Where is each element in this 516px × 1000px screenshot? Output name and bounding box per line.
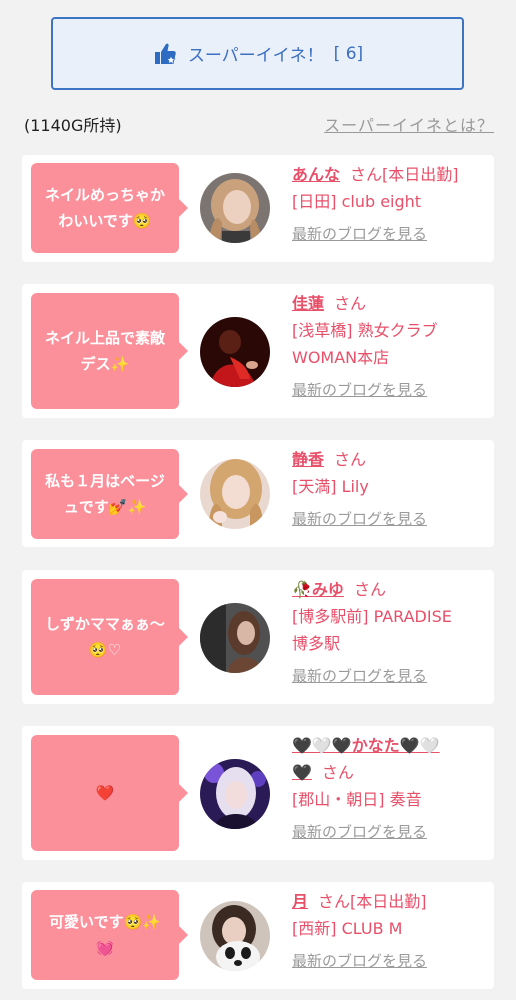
comment-bubble: ネイルめっちゃか わいいです🥺 [31,163,188,253]
avatar[interactable] [200,759,270,829]
like-card: ネイルめっちゃか わいいです🥺 あんな さん[本日出勤] [日田] club ei… [22,155,494,262]
thumbs-up-icon [152,41,178,67]
store-name: [郡山・朝日] 奏音 [292,790,422,809]
super-like-count: [ 6] [333,43,364,64]
comment-text: わいいです🥺 [58,212,152,230]
cast-name-link[interactable]: 🖤 [292,763,312,782]
points-balance: (1140G所持) [24,116,122,135]
comment-text: 🥺♡ [88,641,122,659]
comment-bubble: 私も１月はベージ ュです💅✨ [31,449,188,539]
store-name: [西新] CLUB M [292,919,403,938]
store-name: [博多駅前] PARADISE [292,607,452,626]
comment-text: ュです💅✨ [63,498,147,516]
comment-text: 私も１月はベージ [45,472,165,490]
comment-text: しずかママぁぁ〜 [45,615,165,633]
cast-suffix: さん [334,450,367,469]
like-card: 私も１月はベージ ュです💅✨ 静香 さん [天満] Lily 最新のブログを見る [22,440,494,547]
store-name: [日田] club eight [292,192,422,211]
comment-text: ネイル上品で素敵 [44,329,165,347]
blog-link[interactable]: 最新のブログを見る [292,506,484,533]
cast-name-link[interactable]: 佳蓮 [292,294,324,313]
avatar[interactable] [200,901,270,971]
avatar[interactable] [200,173,270,243]
comment-bubble: しずかママぁぁ〜 🥺♡ [31,579,188,695]
cast-suffix: さん [321,763,354,782]
cast-name-link[interactable]: 🖤🤍🖤かなた🖤🤍 [292,736,440,755]
comment-bubble: 可愛いです🥺✨ 💓 [31,890,188,980]
blog-link[interactable]: 最新のブログを見る [292,948,484,975]
super-like-label: スーパーイイネ！ [187,46,324,66]
comment-text: 可愛いです🥺✨ [49,913,161,931]
cast-name-link[interactable]: 🥀みゆ [292,580,344,599]
super-like-button[interactable]: スーパーイイネ！ [ 6] [51,17,464,90]
comment-text: 💓 [95,939,115,957]
like-card: しずかママぁぁ〜 🥺♡ 🥀みゆ さん [博多駅前] PARADISE 博多駅 最新… [22,570,494,704]
comment-text: デス✨ [80,355,130,373]
comment-bubble: ネイル上品で素敵 デス✨ [31,293,188,409]
cast-name-link[interactable]: 静香 [292,450,324,469]
cast-name-link[interactable]: 月 [292,892,308,911]
blog-link[interactable]: 最新のブログを見る [292,377,484,404]
avatar[interactable] [200,317,270,387]
cast-suffix: さん [334,294,367,313]
comment-text: ❤️ [95,784,115,802]
blog-link[interactable]: 最新のブログを見る [292,819,484,846]
blog-link[interactable]: 最新のブログを見る [292,663,484,690]
store-name: WOMAN本店 [292,348,390,367]
super-like-help-link[interactable]: スーパーイイネとは？ [324,112,494,136]
store-name: 博多駅 [292,634,341,653]
store-name: [天満] Lily [292,477,369,496]
like-card: ❤️ 🖤🤍🖤かなた🖤🤍 🖤 さん [郡山・朝日] 奏音 最新のブログを見る [22,726,494,860]
cast-suffix: さん[本日出勤] [350,165,459,184]
blog-link[interactable]: 最新のブログを見る [292,221,484,248]
store-name: [浅草橋] 熟女クラブ [292,321,438,340]
comment-bubble: ❤️ [31,735,188,851]
cast-name-link[interactable]: あんな [292,165,340,184]
avatar[interactable] [200,459,270,529]
comment-text: ネイルめっちゃか [44,186,165,204]
like-card: ネイル上品で素敵 デス✨ 佳蓮 さん [浅草橋] 熟女クラブ WOMAN本店 最新… [22,284,494,418]
like-card: 可愛いです🥺✨ 💓 月さん[本日出勤] [西新] CLUB M 最新のブログを見… [22,882,494,989]
avatar[interactable] [200,603,270,673]
cast-suffix: さん [353,580,386,599]
cast-suffix: さん[本日出勤] [318,892,427,911]
